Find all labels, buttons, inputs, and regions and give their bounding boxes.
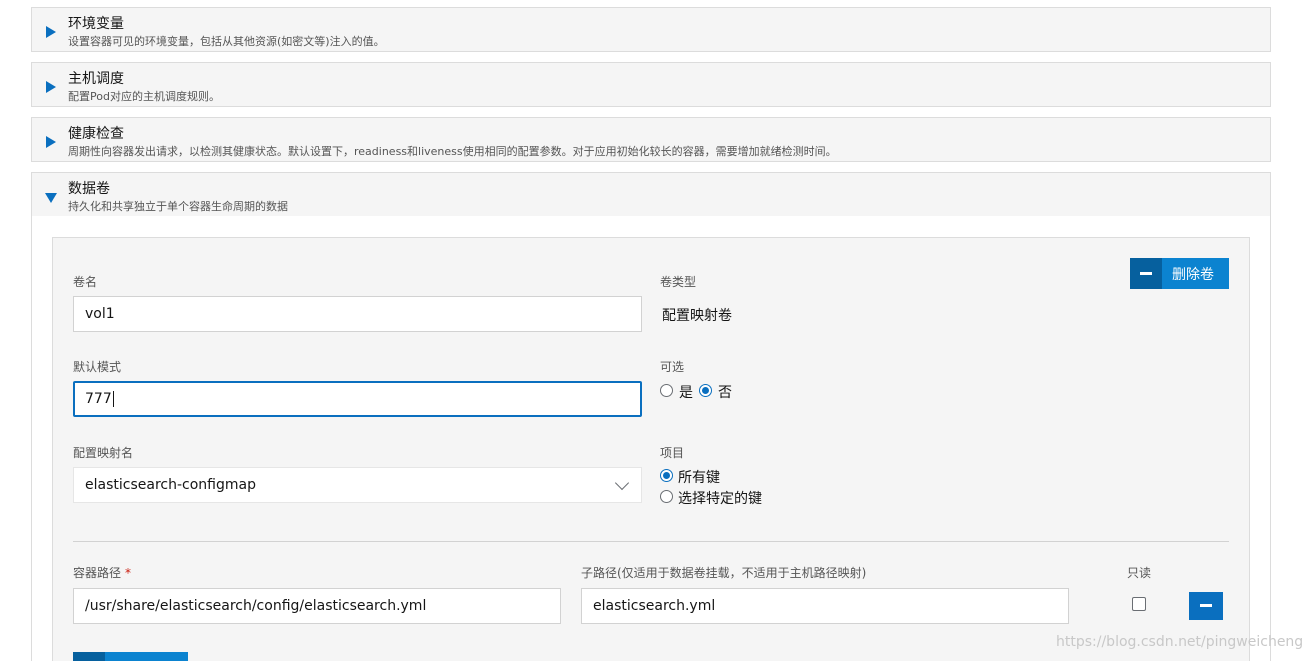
items-all-keys-radio[interactable]: [660, 469, 673, 482]
optional-label: 可选: [660, 360, 685, 374]
section-health-check[interactable]: 健康检查 周期性向容器发出请求，以检测其健康状态。默认设置下，readiness…: [31, 117, 1271, 162]
optional-yes-label: 是: [679, 385, 693, 401]
container-path-input[interactable]: /usr/share/elasticsearch/config/elastics…: [73, 588, 561, 624]
minus-icon: [1200, 604, 1212, 607]
volume-name-value: vol1: [85, 306, 115, 322]
section-title: 数据卷: [68, 181, 110, 197]
section-title: 环境变量: [68, 16, 124, 32]
items-label: 项目: [660, 446, 685, 460]
volume-name-input[interactable]: vol1: [73, 296, 642, 332]
configmap-name-select[interactable]: elasticsearch-configmap: [73, 467, 642, 503]
section-scheduling[interactable]: 主机调度 配置Pod对应的主机调度规则。: [31, 62, 1271, 107]
remove-mount-button[interactable]: [1189, 592, 1223, 620]
container-path-value: /usr/share/elasticsearch/config/elastics…: [85, 598, 427, 614]
section-description: 设置容器可见的环境变量，包括从其他资源(如密文等)注入的值。: [68, 35, 385, 48]
default-mode-input[interactable]: 777: [73, 381, 642, 417]
optional-yes-radio[interactable]: [660, 384, 673, 397]
volume-type-label: 卷类型: [660, 275, 697, 289]
default-mode-label: 默认模式: [73, 360, 122, 374]
section-description: 持久化和共享独立于单个容器生命周期的数据: [68, 200, 288, 213]
chevron-down-icon: [614, 475, 630, 491]
required-mark: *: [125, 566, 132, 580]
text-cursor: [112, 391, 114, 407]
readonly-label: 只读: [1127, 566, 1152, 580]
subpath-value: elasticsearch.yml: [593, 598, 716, 614]
caret-right-icon: [46, 81, 56, 93]
page: 环境变量 设置容器可见的环境变量，包括从其他资源(如密文等)注入的值。 主机调度…: [0, 0, 1308, 661]
remove-volume-label: 删除卷: [1172, 266, 1214, 282]
items-all-keys-label: 所有键: [678, 470, 720, 486]
watermark: https://blog.csdn.net/pingweicheng: [1056, 634, 1304, 650]
optional-no-radio[interactable]: [699, 384, 712, 397]
caret-right-icon: [46, 136, 56, 148]
configmap-name-value: elasticsearch-configmap: [85, 477, 256, 493]
minus-icon: [1140, 272, 1152, 275]
items-specific-keys-radio[interactable]: [660, 490, 673, 503]
volume-type-value: 配置映射卷: [662, 308, 732, 324]
section-env-vars[interactable]: 环境变量 设置容器可见的环境变量，包括从其他资源(如密文等)注入的值。: [31, 7, 1271, 52]
divider: [73, 541, 1229, 542]
section-title: 主机调度: [68, 71, 124, 87]
readonly-checkbox[interactable]: [1132, 597, 1146, 611]
section-volumes[interactable]: 数据卷 持久化和共享独立于单个容器生命周期的数据: [31, 172, 1271, 217]
section-description: 配置Pod对应的主机调度规则。: [68, 90, 220, 103]
subpath-label: 子路径(仅适用于数据卷挂载，不适用于主机路径映射): [581, 566, 867, 580]
volume-name-label: 卷名: [73, 275, 98, 289]
items-specific-keys-label: 选择特定的键: [678, 491, 762, 507]
optional-no-label: 否: [718, 385, 732, 401]
container-path-label: 容器路径 *: [73, 566, 132, 580]
caret-right-icon: [46, 26, 56, 38]
section-title: 健康检查: [68, 126, 124, 142]
subpath-input[interactable]: elasticsearch.yml: [581, 588, 1069, 624]
caret-down-icon: [45, 193, 57, 203]
configmap-name-label: 配置映射名: [73, 446, 134, 460]
remove-volume-button[interactable]: 删除卷: [1130, 258, 1229, 289]
add-mount-button[interactable]: [73, 652, 188, 661]
section-description: 周期性向容器发出请求，以检测其健康状态。默认设置下，readiness和live…: [68, 145, 837, 158]
default-mode-value: 777: [85, 391, 112, 407]
